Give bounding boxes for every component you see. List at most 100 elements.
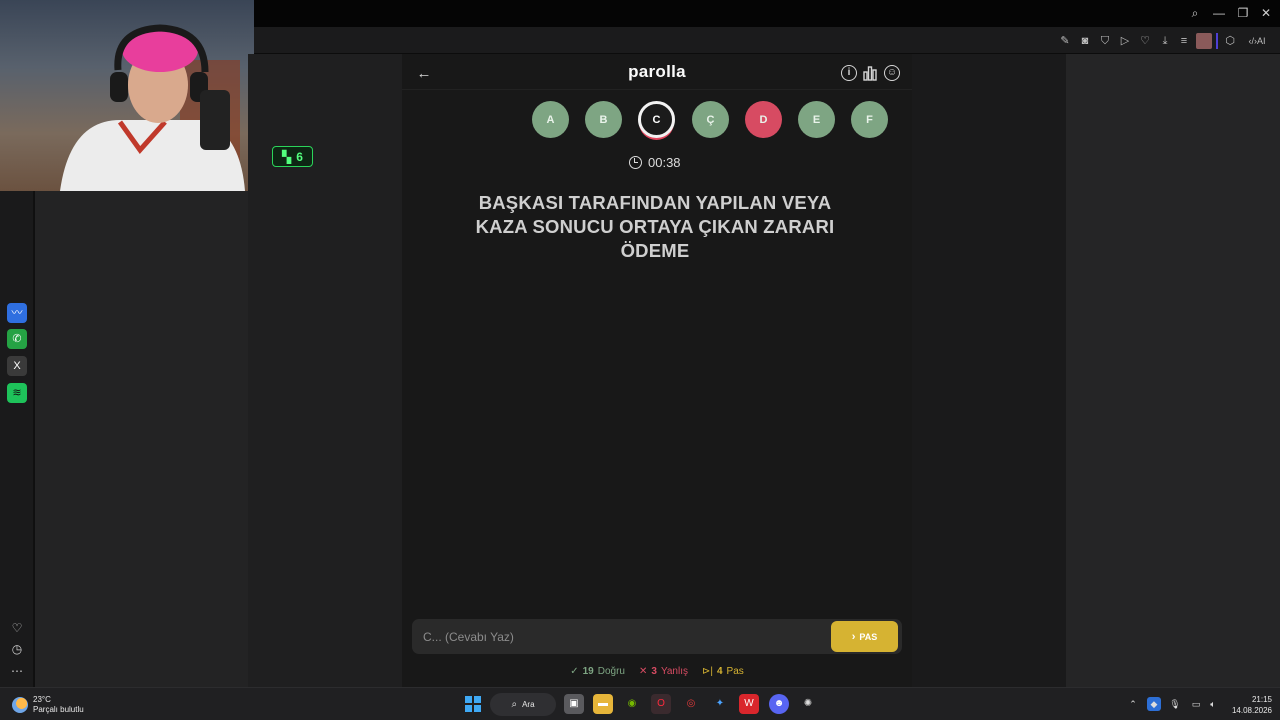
toolbar-divider: [1216, 33, 1218, 49]
taskbar: 23°C Parçalı bulutlu ⌕ Ara ▣ ▬ ◉ O ◎ ✦ W…: [0, 687, 1280, 720]
weather-widget[interactable]: 23°C Parçalı bulutlu: [12, 693, 84, 717]
info-icon[interactable]: i: [841, 65, 857, 81]
microphone-icon[interactable]: 🎙︎: [1168, 697, 1182, 711]
spotify-icon[interactable]: ≋: [7, 383, 27, 403]
letter-label: D: [759, 113, 768, 126]
opera-gx-icon[interactable]: O: [651, 694, 671, 714]
restore-icon[interactable]: ❐: [1233, 4, 1253, 22]
file-explorer-icon[interactable]: ▬: [593, 694, 613, 714]
pass-button[interactable]: › PAS: [831, 621, 898, 652]
letter-label: A: [546, 113, 555, 126]
letter-A[interactable]: A: [532, 101, 569, 138]
letter-D[interactable]: D: [745, 101, 782, 138]
letter-F[interactable]: F: [851, 101, 888, 138]
clock-time: 21:15: [1251, 695, 1272, 704]
camera-icon[interactable]: ◙: [1077, 33, 1093, 49]
rocket-league-icon[interactable]: ✦: [710, 694, 730, 714]
taskbar-search[interactable]: ⌕ Ara: [490, 693, 556, 716]
question-line: BAŞKASI TARAFINDAN YAPILAN VEYA: [478, 192, 832, 213]
letter-B[interactable]: B: [585, 101, 622, 138]
answer-bar: › PAS: [412, 619, 902, 654]
download-icon[interactable]: ⤓: [1157, 33, 1173, 49]
question-line: KAZA SONUCU ORTAYA ÇIKAN ZARARI: [475, 216, 835, 237]
windows-start-icon[interactable]: [463, 694, 483, 714]
heart-icon[interactable]: ♡: [1137, 33, 1153, 49]
tray-app-icon[interactable]: ◆: [1147, 697, 1161, 711]
letter-Ç[interactable]: Ç: [692, 101, 729, 138]
wrong-count: 3: [651, 665, 657, 677]
answer-input[interactable]: [412, 619, 822, 654]
pass-label: PAS: [859, 631, 878, 642]
whatsapp-icon[interactable]: ✆: [7, 329, 27, 349]
profile-icon[interactable]: ☺: [884, 65, 900, 81]
clock-date: 14.08.2026: [1231, 706, 1272, 715]
left-sidebar: 〰 ✆ X ≋ ♡ ◷ ⋯: [0, 191, 34, 687]
play-icon[interactable]: ▷: [1117, 33, 1133, 49]
skip-icon: ⊳|: [702, 665, 713, 677]
task-view-icon[interactable]: ▣: [564, 694, 584, 714]
shield-icon[interactable]: ⛉: [1097, 33, 1113, 49]
cube-icon[interactable]: ⬡: [1222, 33, 1238, 49]
viewer-count: 6: [296, 149, 303, 164]
heart-icon[interactable]: ♡: [8, 619, 26, 637]
wrong-stat: ✕ 3 Yanlış: [639, 664, 688, 678]
clock-icon: [629, 155, 642, 169]
kick-icon: ▚: [282, 149, 292, 164]
pass-count: 4: [716, 665, 723, 677]
discord-icon[interactable]: ☻: [769, 694, 789, 714]
pass-stat-label: Pas: [726, 665, 744, 677]
ai-icon[interactable]: ‹/›AI: [1244, 33, 1270, 49]
letter-label: C: [652, 113, 661, 126]
edit-icon[interactable]: ✎: [1057, 33, 1073, 49]
search-label: Ara: [522, 700, 535, 709]
score-summary: ✓ 19 Doğru ✕ 3 Yanlış ⊳| 4 Pas: [402, 664, 912, 678]
correct-count: 19: [582, 665, 594, 677]
webcam-figure: [60, 24, 245, 191]
page-title: parolla: [628, 62, 686, 81]
game-container: [402, 54, 912, 687]
letter-E[interactable]: E: [798, 101, 835, 138]
wps-icon[interactable]: W: [739, 694, 759, 714]
minimize-icon[interactable]: —: [1209, 4, 1229, 22]
browser-toolbar: ✎ ◙ ⛉ ▷ ♡ ⤓ ≡ ⬡ ‹/›AI: [254, 27, 1280, 54]
letter-label: B: [599, 113, 608, 126]
pass-stat: ⊳| 4 Pas: [702, 664, 744, 678]
nvidia-icon[interactable]: ◉: [622, 694, 642, 714]
countdown-timer: 00:38: [629, 153, 681, 171]
volume-icon[interactable]: 🔈︎: [1206, 697, 1220, 711]
letter-C[interactable]: C: [638, 101, 675, 138]
search-icon[interactable]: ⌕: [1185, 4, 1205, 22]
x-icon[interactable]: X: [7, 356, 27, 376]
search-icon: ⌕: [511, 699, 518, 710]
history-icon[interactable]: ◷: [8, 640, 26, 658]
check-icon: ✓: [570, 665, 579, 677]
messenger-icon[interactable]: 〰: [7, 303, 27, 323]
letter-label: E: [812, 113, 821, 126]
page-gutter-right: [912, 54, 1066, 687]
weather-icon: [12, 697, 28, 713]
weather-temp: 23°C: [33, 695, 51, 704]
question-line: ÖDEME: [620, 240, 690, 261]
question-text: BAŞKASI TARAFINDAN YAPILAN VEYA KAZA SON…: [440, 191, 870, 263]
close-icon[interactable]: ✕: [1256, 4, 1276, 22]
game-header: ← parolla i ☺: [402, 57, 912, 90]
correct-label: Doğru: [597, 665, 625, 677]
letter-label: F: [866, 113, 873, 126]
chevron-right-icon: ›: [851, 630, 856, 643]
more-icon[interactable]: ⋯: [8, 662, 26, 680]
letter-label: Ç: [706, 113, 715, 126]
avatar-icon[interactable]: [1196, 33, 1212, 49]
app-icon[interactable]: ✺: [798, 694, 818, 714]
stats-icon[interactable]: [862, 65, 878, 81]
network-icon[interactable]: ▭: [1189, 697, 1203, 711]
timer-value: 00:38: [648, 154, 681, 170]
system-clock[interactable]: 21:15 14.08.2026: [1226, 694, 1272, 716]
sidebar-panel: [35, 191, 248, 687]
webcam-overlay: [0, 0, 254, 191]
chevron-up-icon[interactable]: ⌃: [1126, 697, 1140, 711]
kick-viewer-badge: ▚ 6: [272, 146, 313, 167]
steelseries-icon[interactable]: ◎: [681, 694, 701, 714]
menu-icon[interactable]: ≡: [1176, 33, 1192, 49]
window-title-bar: ⌕ — ❐ ✕: [254, 0, 1280, 27]
right-panel: [1066, 54, 1280, 687]
